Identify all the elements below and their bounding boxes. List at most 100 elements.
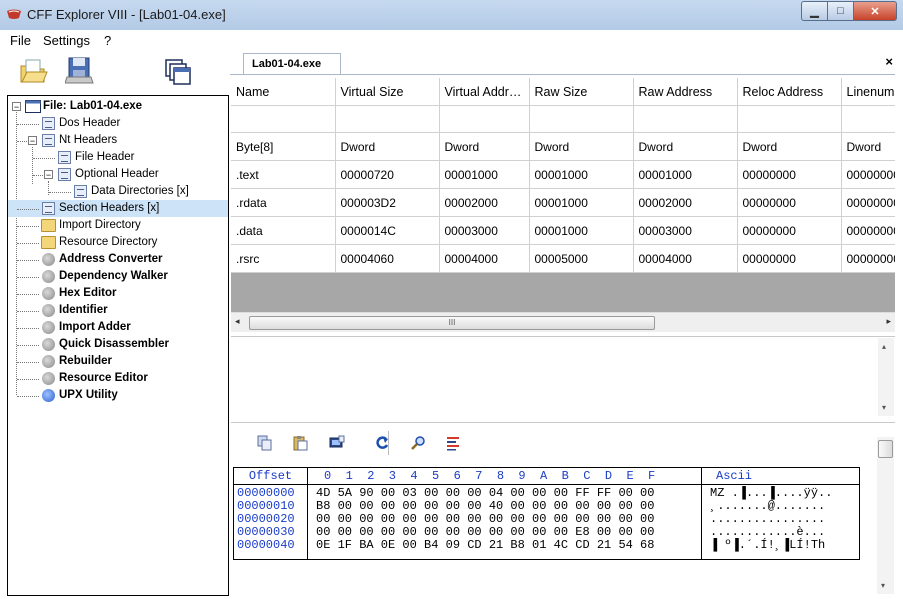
grid-horizontal-scrollbar[interactable]: ◂ III ▸ (231, 312, 895, 332)
grid-cell[interactable]: 00002000 (439, 188, 530, 217)
table-row[interactable]: .rsrc 00004060 00004000 00005000 0000400… (231, 244, 895, 273)
grid-cell[interactable]: 000003D2 (335, 188, 440, 217)
scroll-down-icon[interactable]: ▾ (881, 581, 885, 590)
tree-item-quick-disassembler[interactable]: Quick Disassembler (8, 336, 228, 353)
tree-item-data-directories[interactable]: Data Directories [x] (8, 183, 228, 200)
tree-item-dependency-walker[interactable]: Dependency Walker (8, 268, 228, 285)
navigation-tree: − File: Lab01-04.exe Dos Header − Nt Hea… (7, 95, 229, 596)
tree-item-identifier[interactable]: Identifier (8, 302, 228, 319)
tree-item-file-header[interactable]: File Header (8, 149, 228, 166)
grid-cell[interactable]: 00001000 (529, 160, 634, 189)
hex-view[interactable]: Offset 00000000 00000010 00000020 000000… (233, 467, 860, 560)
table-row[interactable]: .text 00000720 00001000 00001000 0000100… (231, 160, 895, 189)
tree-item-dos-header[interactable]: Dos Header (8, 115, 228, 132)
tree-item-nt-headers[interactable]: − Nt Headers (8, 132, 228, 149)
hex-vertical-scrollbar[interactable]: ▾ (877, 437, 894, 594)
grid-cell[interactable]: .text (231, 160, 336, 189)
executable-icon (25, 100, 41, 113)
tree-item-import-adder[interactable]: Import Adder (8, 319, 228, 336)
doc-icon (74, 185, 87, 198)
app-icon (7, 9, 21, 19)
paste-icon[interactable] (292, 435, 308, 451)
ascii-column[interactable]: Ascii MZ .▐...▐....ÿÿ.. ¸.......@.......… (702, 468, 859, 559)
monitor-icon[interactable] (329, 435, 345, 451)
scroll-right-icon[interactable]: ▸ (886, 316, 891, 327)
grid-cell[interactable]: 00000000 (737, 160, 842, 189)
grid-cell[interactable]: 00004060 (335, 244, 440, 273)
grid-cell[interactable]: 00000000 (841, 216, 895, 245)
column-header[interactable]: Name (231, 78, 336, 106)
grid-cell[interactable]: .rdata (231, 188, 336, 217)
column-header[interactable]: Linenum (841, 78, 895, 106)
close-tab-icon[interactable]: × (885, 54, 893, 69)
tree-item-section-headers[interactable]: Section Headers [x] (8, 200, 228, 217)
grid-cell[interactable]: 00001000 (529, 188, 634, 217)
tree-item-resource-directory[interactable]: Resource Directory (8, 234, 228, 251)
window-controls: ▁ □ ✕ (801, 1, 897, 21)
grid-cell[interactable]: 00000000 (737, 244, 842, 273)
close-button[interactable]: ✕ (853, 1, 897, 21)
grid-cell[interactable]: 00002000 (633, 188, 738, 217)
ascii-row[interactable]: ▐ º▐.´.Í!¸▐LÍ!Th (710, 539, 825, 552)
column-header[interactable]: Raw Address (633, 78, 738, 106)
grid-cell[interactable]: 00000000 (737, 216, 842, 245)
tree-root[interactable]: − File: Lab01-04.exe (8, 98, 228, 115)
scroll-left-icon[interactable]: ◂ (235, 316, 240, 327)
undo-icon[interactable] (374, 435, 390, 451)
grid-cell[interactable]: 00003000 (439, 216, 530, 245)
grid-cell[interactable]: 00000720 (335, 160, 440, 189)
collapse-icon[interactable]: − (12, 102, 21, 112)
scroll-up-icon[interactable]: ▴ (882, 342, 886, 351)
collapse-icon[interactable]: − (44, 170, 53, 180)
tree-item-address-converter[interactable]: Address Converter (8, 251, 228, 268)
grid-cell[interactable]: 00004000 (439, 244, 530, 273)
grid-cell[interactable]: 00001000 (633, 160, 738, 189)
menu-help[interactable]: ? (104, 33, 111, 48)
menu-settings[interactable]: Settings (43, 33, 90, 48)
maximize-button[interactable]: □ (827, 1, 853, 21)
copy-icon[interactable] (257, 435, 273, 451)
tree-item-resource-editor[interactable]: Resource Editor (8, 370, 228, 387)
column-header[interactable]: Raw Size (529, 78, 634, 106)
collapse-icon[interactable]: − (28, 136, 37, 146)
save-file-icon[interactable] (65, 55, 95, 85)
hex-bytes-column[interactable]: 0 1 2 3 4 5 6 7 8 9 A B C D E F 4D 5A 90… (308, 468, 702, 559)
type-cell: Dword (439, 132, 530, 161)
column-header[interactable]: Virtual Size (335, 78, 440, 106)
gear-icon (42, 287, 55, 300)
column-header[interactable]: Virtual Addr… (439, 78, 530, 106)
grid-cell[interactable]: 00005000 (529, 244, 634, 273)
tree-item-rebuilder[interactable]: Rebuilder (8, 353, 228, 370)
tab-lab01-04[interactable]: Lab01-04.exe (243, 53, 341, 74)
grid-cell[interactable]: 00000000 (841, 244, 895, 273)
hex-row[interactable]: 0E 1F BA 0E 00 B4 09 CD 21 B8 01 4C CD 2… (316, 539, 654, 552)
table-row[interactable]: .rdata 000003D2 00002000 00001000 000020… (231, 188, 895, 217)
grid-cell[interactable]: 00000000 (737, 188, 842, 217)
minimize-button[interactable]: ▁ (801, 1, 827, 21)
tree-item-optional-header[interactable]: − Optional Header (8, 166, 228, 183)
grid-cell[interactable]: .data (231, 216, 336, 245)
tree-item-import-directory[interactable]: Import Directory (8, 217, 228, 234)
document-tabs: Lab01-04.exe × (230, 50, 903, 74)
menu-file[interactable]: File (10, 33, 31, 48)
open-file-icon[interactable] (18, 56, 48, 86)
windows-icon[interactable] (164, 58, 194, 88)
scroll-thumb[interactable] (878, 440, 893, 458)
tree-item-upx-utility[interactable]: UPX Utility (8, 387, 228, 404)
grid-cell[interactable]: 00000000 (841, 160, 895, 189)
grid-cell[interactable]: 0000014C (335, 216, 440, 245)
grid-cell[interactable]: 00001000 (439, 160, 530, 189)
table-row[interactable]: .data 0000014C 00003000 00001000 0000300… (231, 216, 895, 245)
scroll-down-icon[interactable]: ▾ (882, 403, 886, 412)
list-icon[interactable] (445, 435, 461, 451)
search-icon[interactable] (410, 435, 426, 451)
grid-cell[interactable]: 00003000 (633, 216, 738, 245)
grid-cell[interactable]: .rsrc (231, 244, 336, 273)
grid-cell[interactable]: 00001000 (529, 216, 634, 245)
grid-cell[interactable]: 00000000 (841, 188, 895, 217)
column-header[interactable]: Reloc Address (737, 78, 842, 106)
scroll-thumb[interactable]: III (249, 316, 655, 330)
tree-item-hex-editor[interactable]: Hex Editor (8, 285, 228, 302)
grid-cell[interactable]: 00004000 (633, 244, 738, 273)
info-vertical-scrollbar[interactable]: ▴ ▾ (878, 338, 894, 416)
